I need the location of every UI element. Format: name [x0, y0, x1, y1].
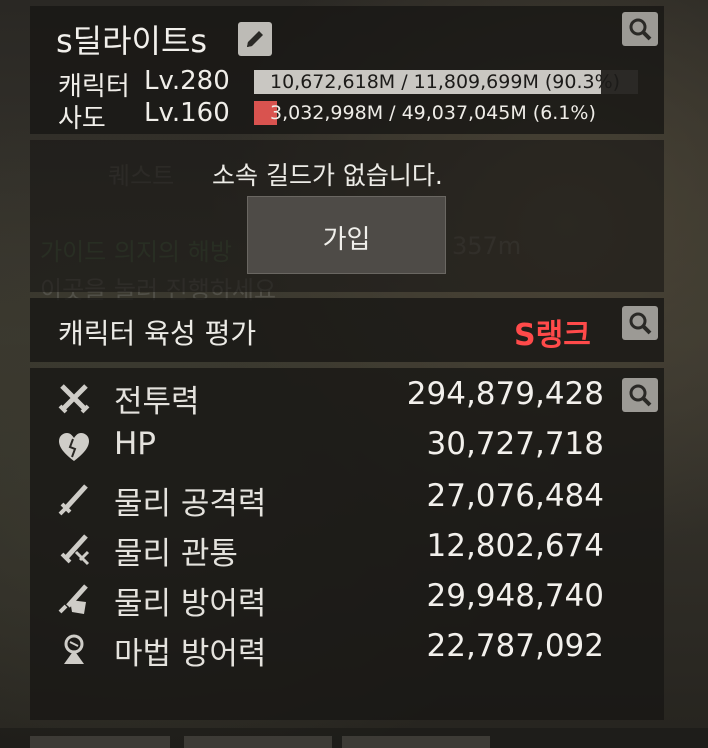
- no-guild-message: 소속 길드가 없습니다.: [212, 161, 443, 190]
- join-guild-button[interactable]: 가입: [247, 196, 446, 274]
- stat-value: 30,727,718: [426, 426, 605, 462]
- crossed-swords-icon: [58, 384, 90, 414]
- stat-label: 전투력: [114, 384, 200, 420]
- evaluation-search-button[interactable]: [622, 306, 658, 340]
- character-exp-text: 10,672,618M / 11,809,699M (90.3%): [270, 71, 621, 93]
- envoy-level: Lv.160: [144, 98, 230, 128]
- character-level: Lv.280: [144, 66, 230, 96]
- bottom-tab-3[interactable]: [342, 736, 490, 748]
- magic-shield-icon: [64, 634, 84, 664]
- search-icon: [629, 384, 652, 407]
- bottom-tab-2[interactable]: [184, 736, 332, 748]
- search-icon: [629, 312, 652, 335]
- stat-value: 29,948,740: [426, 578, 605, 614]
- stat-label: HP: [114, 426, 157, 462]
- envoy-exp-text: 3,032,998M / 49,037,045M (6.1%): [270, 102, 596, 124]
- evaluation-label: 캐릭터 육성 평가: [58, 317, 257, 350]
- search-icon: [629, 18, 652, 41]
- stat-value: 22,787,092: [426, 628, 605, 664]
- stat-value: 27,076,484: [426, 478, 605, 514]
- edit-name-button[interactable]: [238, 22, 272, 56]
- stat-value: 12,802,674: [426, 528, 605, 564]
- character-search-button[interactable]: [622, 12, 658, 46]
- sword-icon: [58, 484, 88, 516]
- evaluation-rank: S랭크: [514, 318, 591, 353]
- join-guild-label: 가입: [322, 225, 371, 255]
- stats-search-button[interactable]: [622, 378, 658, 412]
- envoy-exp-bar: 3,032,998M / 49,037,045M (6.1%): [254, 101, 638, 125]
- pencil-icon: [247, 31, 263, 47]
- heart-icon: [59, 433, 89, 461]
- stat-value: 294,879,428: [406, 376, 604, 412]
- penetration-icon: [60, 534, 90, 566]
- bottom-tab-1[interactable]: [30, 736, 170, 748]
- character-name: s딜라이트s: [56, 22, 208, 60]
- envoy-level-label: 사도: [58, 104, 106, 134]
- sword-shield-icon: [58, 584, 88, 614]
- character-exp-bar: 10,672,618M / 11,809,699M (90.3%): [254, 70, 638, 94]
